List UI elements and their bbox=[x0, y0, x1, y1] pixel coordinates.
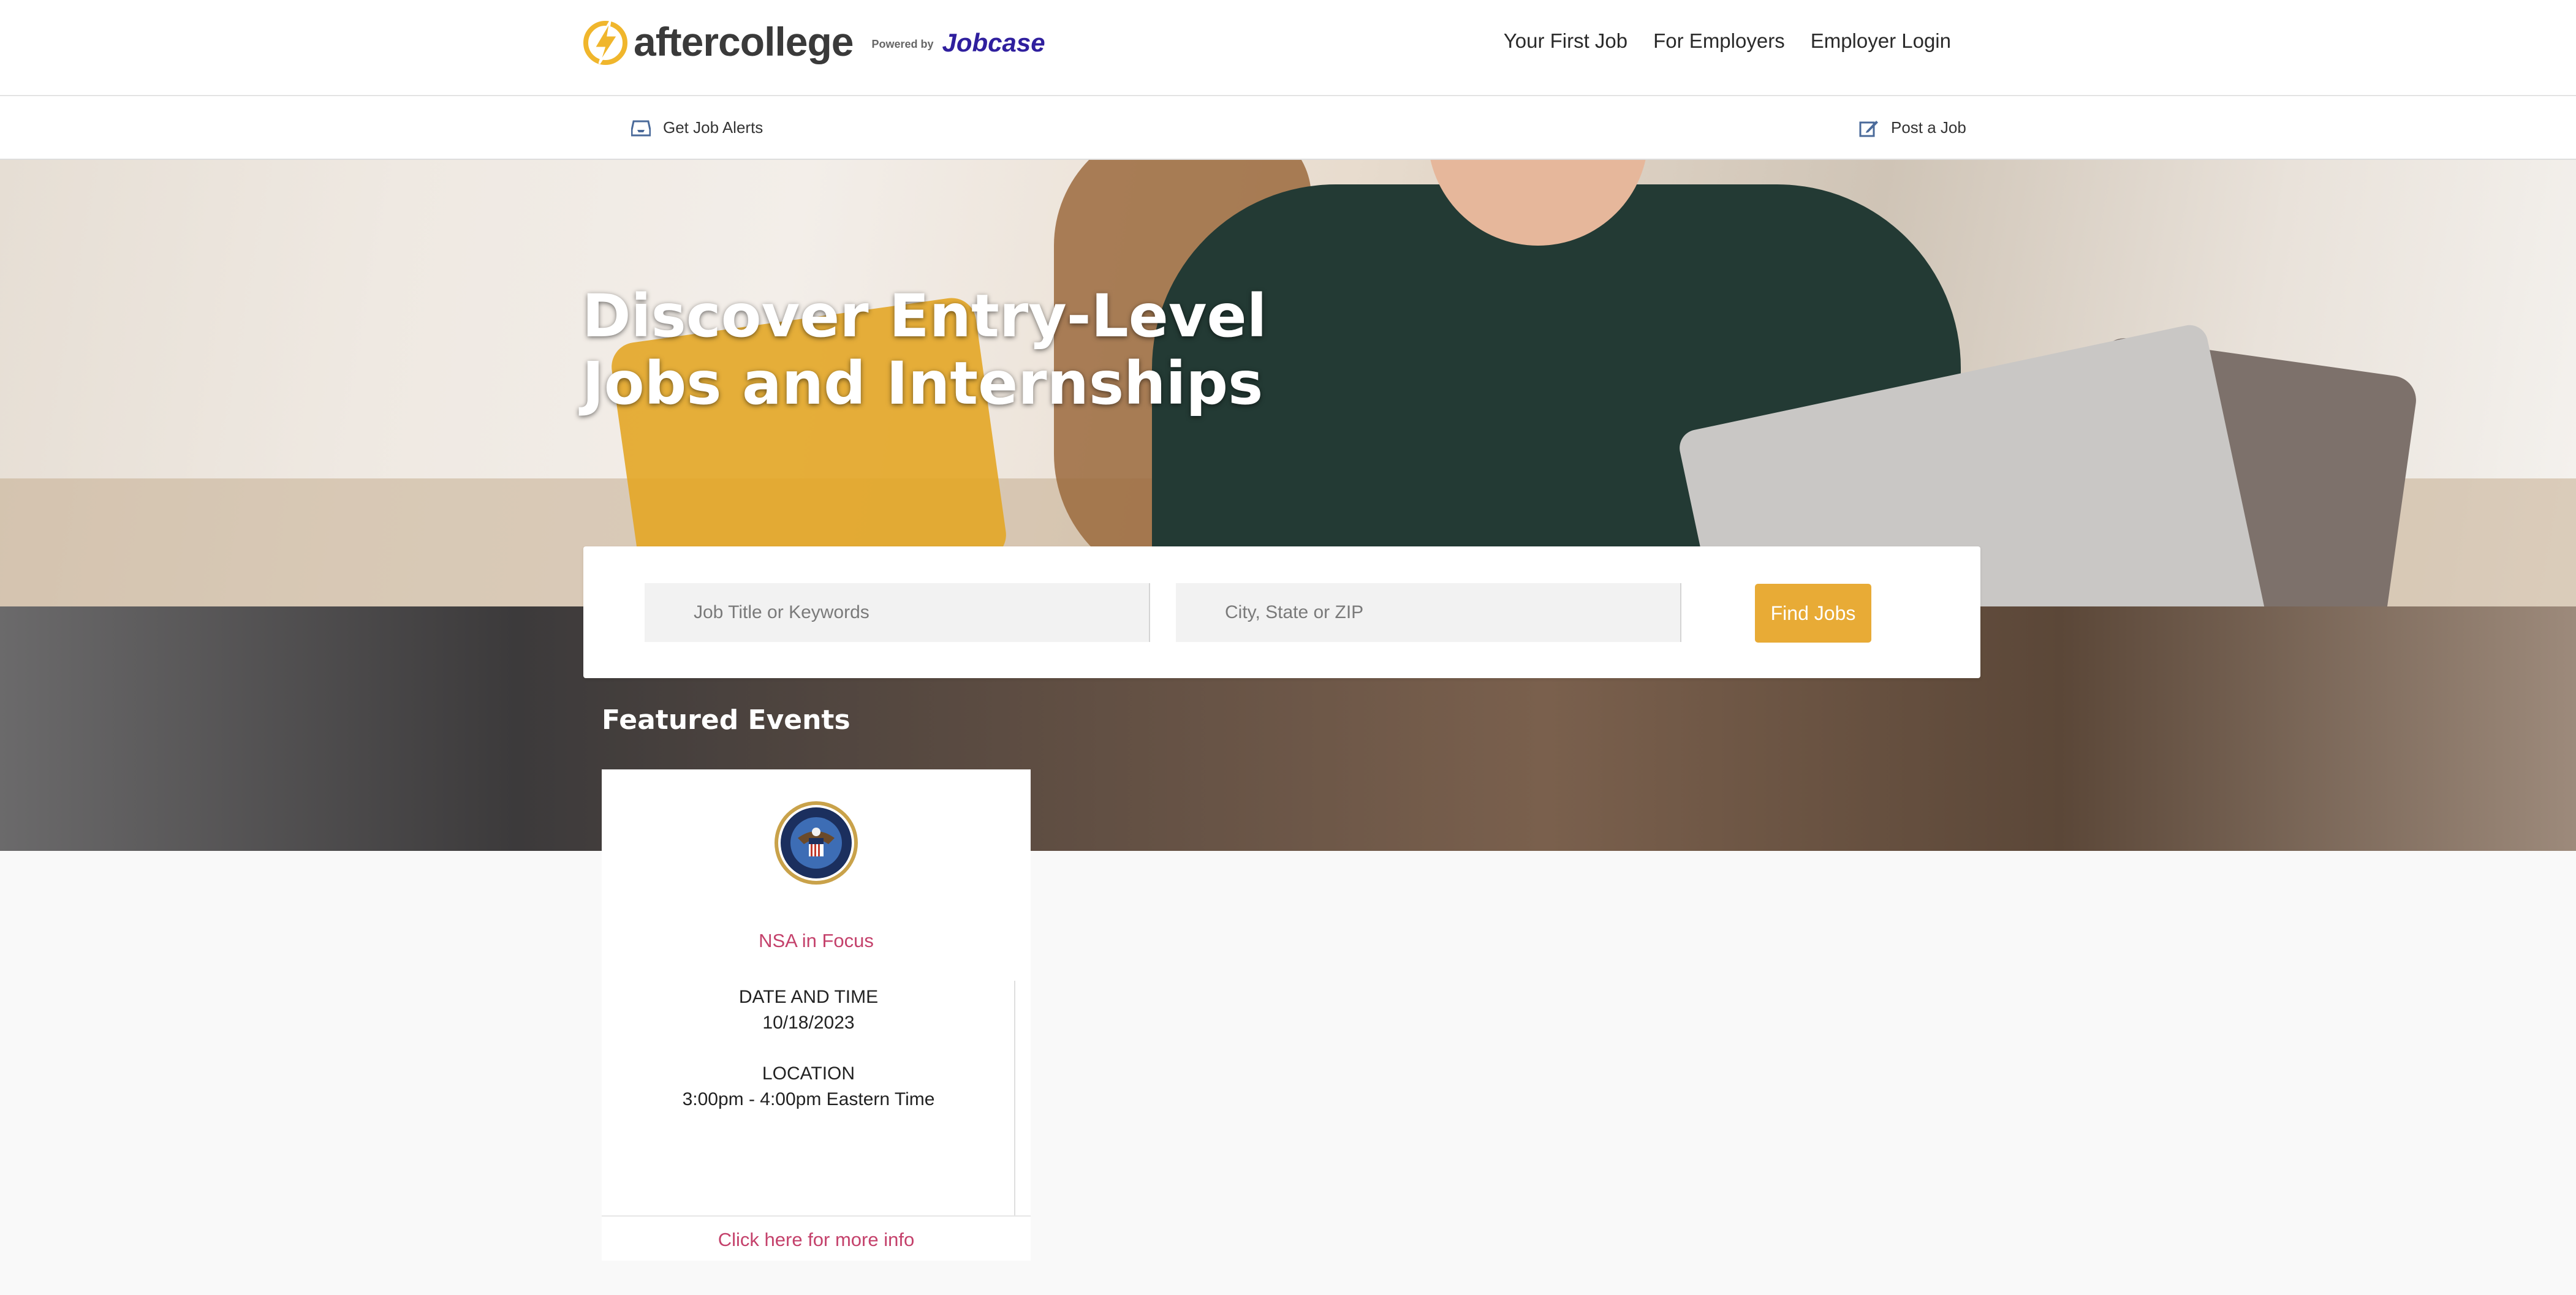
nav-employer-login[interactable]: Employer Login bbox=[1811, 29, 1951, 53]
nav-your-first-job[interactable]: Your First Job bbox=[1504, 29, 1627, 53]
nsa-seal-icon bbox=[775, 801, 858, 885]
sub-bar: Get Job Alerts Post a Job bbox=[0, 96, 2576, 160]
event-details-scrollbar[interactable] bbox=[1015, 981, 1031, 1215]
event-title[interactable]: NSA in Focus bbox=[602, 930, 1031, 952]
job-search-form: Find Jobs bbox=[583, 546, 1980, 678]
post-a-job-link[interactable]: Post a Job bbox=[1859, 118, 1966, 137]
event-card: NSA in Focus DATE AND TIME 10/18/2023 LO… bbox=[602, 769, 1031, 1261]
jobcase-logo: Jobcase bbox=[942, 28, 1045, 57]
top-nav: Your First Job For Employers Employer Lo… bbox=[1504, 29, 1951, 53]
location-label: LOCATION bbox=[762, 1063, 855, 1084]
hero-banner: Discover Entry-Level Jobs and Internship… bbox=[0, 160, 2576, 851]
inbox-icon bbox=[631, 120, 651, 136]
logo-icon bbox=[583, 20, 627, 65]
hero-title: Discover Entry-Level Jobs and Internship… bbox=[582, 282, 1267, 418]
event-card-footer: Click here for more info bbox=[602, 1215, 1031, 1261]
get-job-alerts-link[interactable]: Get Job Alerts bbox=[631, 118, 763, 137]
site-logo[interactable]: aftercollege Powered by Jobcase bbox=[582, 17, 1045, 66]
location-value: 3:00pm - 4:00pm Eastern Time bbox=[682, 1089, 935, 1109]
logo-text: aftercollege bbox=[634, 19, 854, 64]
date-value: 10/18/2023 bbox=[762, 1013, 855, 1033]
job-keywords-input[interactable] bbox=[645, 583, 1150, 642]
edit-icon bbox=[1859, 120, 1878, 137]
more-info-link[interactable]: Click here for more info bbox=[602, 1229, 1031, 1251]
powered-by-text: Powered by bbox=[871, 37, 934, 50]
event-details: DATE AND TIME 10/18/2023 LOCATION 3:00pm… bbox=[602, 981, 1015, 1215]
featured-events-heading: Featured Events bbox=[602, 704, 850, 736]
site-header: aftercollege Powered by Jobcase Your Fir… bbox=[0, 0, 2576, 96]
post-a-job-label: Post a Job bbox=[1891, 118, 1966, 137]
find-jobs-button[interactable]: Find Jobs bbox=[1755, 584, 1871, 643]
nav-for-employers[interactable]: For Employers bbox=[1653, 29, 1785, 53]
get-job-alerts-label: Get Job Alerts bbox=[663, 118, 763, 137]
date-label: DATE AND TIME bbox=[738, 987, 879, 1007]
location-input[interactable] bbox=[1176, 583, 1681, 642]
